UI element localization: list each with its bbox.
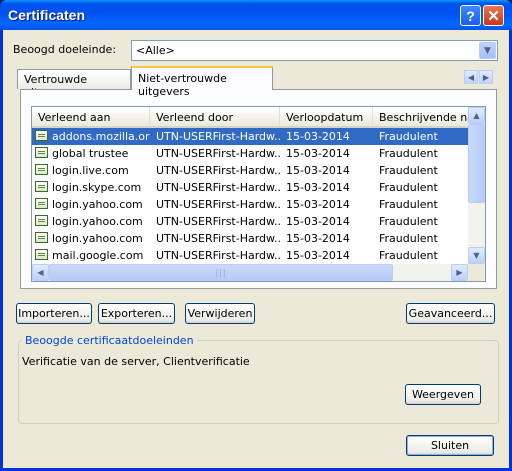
cell-issued-to: global trustee	[52, 147, 129, 160]
cell-issued-by: UTN-USERFirst-Hardw...	[156, 232, 280, 245]
table-row[interactable]: login.live.com UTN-USERFirst-Hardw... 15…	[32, 162, 468, 179]
vertical-scrollbar[interactable]: ▲ ▼	[468, 107, 485, 264]
help-button[interactable]: ?	[460, 5, 481, 26]
column-issued-by[interactable]: Verleend door	[150, 107, 280, 126]
cell-friendly-name: Fraudulent	[379, 130, 438, 143]
column-friendly-name[interactable]: Beschrijvende naa	[373, 107, 468, 126]
tab-trusted-publishers[interactable]: Vertrouwde uitgevers	[17, 69, 131, 99]
cell-expiration: 15-03-2014	[286, 130, 350, 143]
cell-issued-to: mail.google.com	[52, 249, 144, 262]
cell-expiration: 15-03-2014	[286, 147, 350, 160]
table-row[interactable]: login.yahoo.com UTN-USERFirst-Hardw... 1…	[32, 213, 468, 230]
tab-untrusted-publishers[interactable]: Niet-vertrouwde uitgevers	[131, 66, 273, 98]
cell-expiration: 15-03-2014	[286, 181, 350, 194]
certificates-dialog: Certificaten ? ✕ Beoogd doeleinde: <Alle…	[0, 0, 512, 471]
purpose-label: Beoogd doeleinde:	[13, 43, 117, 56]
purpose-select[interactable]: <Alle> ▼	[131, 40, 498, 61]
cell-expiration: 15-03-2014	[286, 198, 350, 211]
group-title: Beoogde certificaatdoeleinden	[22, 334, 197, 347]
cell-friendly-name: Fraudulent	[379, 147, 438, 160]
cell-expiration: 15-03-2014	[286, 164, 350, 177]
intended-purposes-text: Verificatie van de server, Clientverific…	[22, 355, 250, 368]
close-window-button[interactable]: ✕	[483, 5, 504, 26]
cell-friendly-name: Fraudulent	[379, 181, 438, 194]
advanced-button[interactable]: Geavanceerd...	[406, 303, 495, 324]
cell-issued-by: UTN-USERFirst-Hardw...	[156, 198, 280, 211]
table-row[interactable]: mail.google.com UTN-USERFirst-Hardw... 1…	[32, 247, 468, 264]
view-button[interactable]: Weergeven	[405, 384, 481, 405]
cell-issued-to: login.yahoo.com	[52, 232, 143, 245]
table-row[interactable]: login.skype.com UTN-USERFirst-Hardw... 1…	[32, 179, 468, 196]
cell-issued-by: UTN-USERFirst-Hardw...	[156, 249, 280, 262]
export-button[interactable]: Exporteren...	[98, 303, 175, 324]
cell-friendly-name: Fraudulent	[379, 215, 438, 228]
scroll-down-icon[interactable]: ▼	[468, 247, 485, 264]
table-row[interactable]: login.yahoo.com UTN-USERFirst-Hardw... 1…	[32, 230, 468, 247]
scroll-left-icon[interactable]: ◀	[32, 264, 49, 281]
cell-issued-to: login.yahoo.com	[52, 215, 143, 228]
horizontal-scrollbar[interactable]: ◀ ||| ▶	[32, 264, 468, 281]
column-issued-to[interactable]: Verleend aan	[32, 107, 150, 126]
cell-expiration: 15-03-2014	[286, 249, 350, 262]
scroll-up-icon[interactable]: ▲	[468, 107, 485, 124]
vertical-scroll-thumb[interactable]	[468, 124, 485, 203]
cell-issued-to: addons.mozilla.org	[52, 130, 150, 143]
cell-issued-by: UTN-USERFirst-Hardw...	[156, 130, 280, 143]
column-expiration[interactable]: Verloopdatum	[280, 107, 373, 126]
scroll-corner	[468, 264, 485, 281]
table-row[interactable]: login.yahoo.com UTN-USERFirst-Hardw... 1…	[32, 196, 468, 213]
table-row[interactable]: addons.mozilla.org UTN-USERFirst-Hardw..…	[32, 128, 468, 145]
list-header: Verleend aan Verleend door Verloopdatum …	[32, 107, 468, 128]
table-row[interactable]: global trustee UTN-USERFirst-Hardw... 15…	[32, 145, 468, 162]
close-button[interactable]: Sluiten	[406, 435, 494, 456]
intended-purposes-group	[18, 340, 499, 424]
remove-button[interactable]: Verwijderen	[185, 303, 255, 324]
horizontal-scroll-thumb[interactable]: |||	[49, 264, 393, 281]
title-bar[interactable]: Certificaten ? ✕	[0, 0, 512, 30]
cell-expiration: 15-03-2014	[286, 215, 350, 228]
certificate-list[interactable]: Verleend aan Verleend door Verloopdatum …	[31, 106, 486, 282]
cell-issued-to: login.skype.com	[52, 181, 142, 194]
tab-scroll-left-icon[interactable]: ◀	[464, 70, 478, 84]
cell-issued-to: login.yahoo.com	[52, 198, 143, 211]
scroll-right-icon[interactable]: ▶	[451, 264, 468, 281]
cell-issued-to: login.live.com	[52, 164, 129, 177]
window-title: Certificaten	[8, 7, 86, 23]
cell-issued-by: UTN-USERFirst-Hardw...	[156, 147, 280, 160]
cell-issued-by: UTN-USERFirst-Hardw...	[156, 164, 280, 177]
cell-issued-by: UTN-USERFirst-Hardw...	[156, 215, 280, 228]
cell-issued-by: UTN-USERFirst-Hardw...	[156, 181, 280, 194]
tab-scroll-right-icon[interactable]: ▶	[479, 70, 493, 84]
purpose-value: <Alle>	[136, 44, 175, 57]
cell-friendly-name: Fraudulent	[379, 232, 438, 245]
chevron-down-icon[interactable]: ▼	[479, 42, 496, 59]
cell-expiration: 15-03-2014	[286, 232, 350, 245]
import-button[interactable]: Importeren...	[16, 303, 92, 324]
cell-friendly-name: Fraudulent	[379, 249, 438, 262]
cell-friendly-name: Fraudulent	[379, 198, 438, 211]
cell-friendly-name: Fraudulent	[379, 164, 438, 177]
tab-panel: Verleend aan Verleend door Verloopdatum …	[20, 89, 497, 289]
